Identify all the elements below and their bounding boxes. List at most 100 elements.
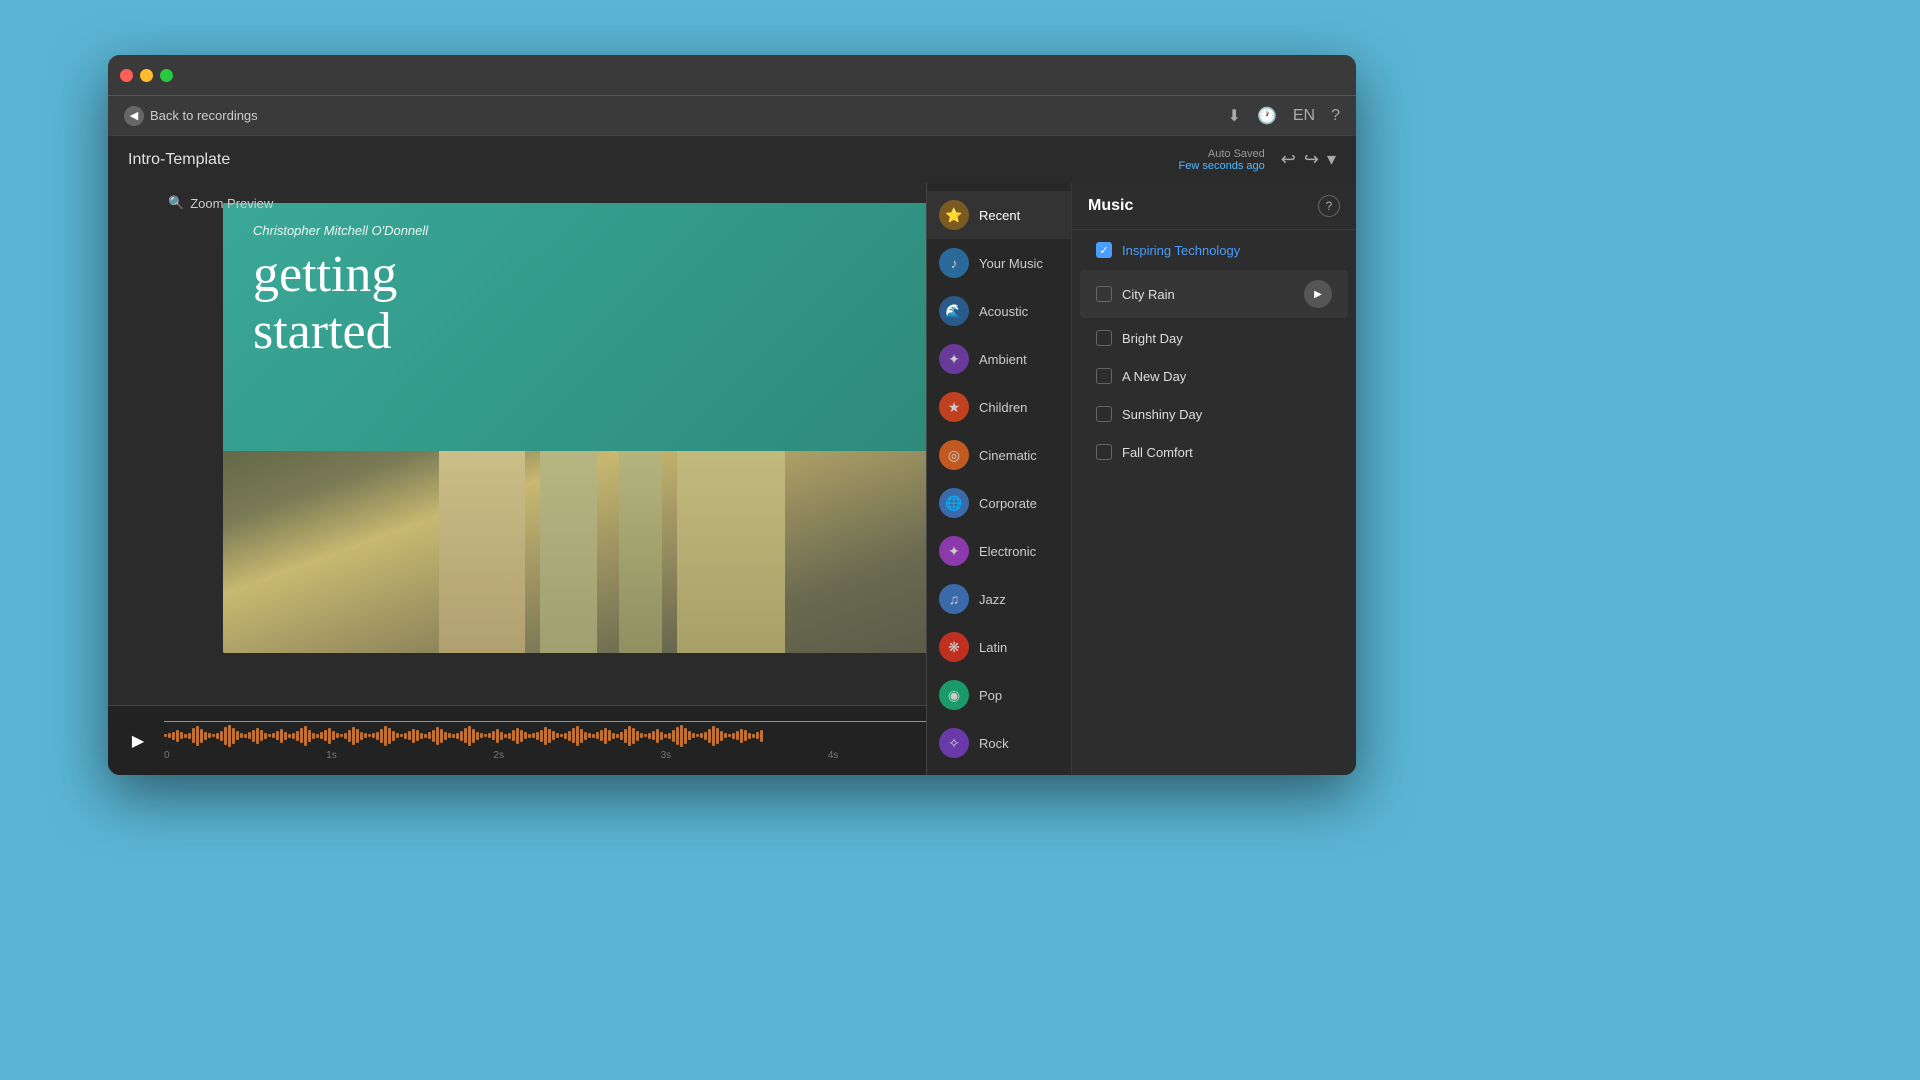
help-button[interactable]: ? xyxy=(1318,195,1340,217)
waveform-bar xyxy=(468,726,471,746)
track-checkbox-inspiring[interactable]: ✓ xyxy=(1096,242,1112,258)
category-item-ambient[interactable]: ✦ Ambient xyxy=(927,335,1071,383)
dropdown-button[interactable]: ▾ xyxy=(1327,149,1336,170)
waveform-bar xyxy=(680,725,683,747)
category-item-pop[interactable]: ◉ Pop xyxy=(927,671,1071,719)
waveform-bar xyxy=(184,734,187,738)
waveform-bar xyxy=(248,732,251,739)
waveform-bar xyxy=(496,729,499,743)
waveform-bar xyxy=(204,732,207,740)
waveform-bar xyxy=(568,731,571,741)
minimize-button[interactable] xyxy=(140,69,153,82)
waveform-bar xyxy=(312,733,315,739)
track-item-fall-comfort[interactable]: Fall Comfort xyxy=(1080,434,1348,470)
category-item-recent[interactable]: ⭐ Recent xyxy=(927,191,1071,239)
rock-icon: ✧ xyxy=(939,728,969,758)
waveform-bar xyxy=(444,732,447,740)
track-item-inspiring-technology[interactable]: ✓ Inspiring Technology xyxy=(1080,232,1348,268)
track-checkbox-fall-comfort[interactable] xyxy=(1096,444,1112,460)
waveform-bar xyxy=(748,733,751,739)
track-item-a-new-day[interactable]: A New Day xyxy=(1080,358,1348,394)
category-item-electronic[interactable]: ✦ Electronic xyxy=(927,527,1071,575)
waveform-bar xyxy=(180,732,183,739)
waveform-bar xyxy=(572,728,575,743)
play-track-city-rain[interactable]: ▶ xyxy=(1304,280,1332,308)
waveform-bar xyxy=(324,730,327,741)
track-panel: Music ? ✓ Inspiring Technology City Rain… xyxy=(1072,183,1356,775)
close-button[interactable] xyxy=(120,69,133,82)
slide-title: getting started xyxy=(253,246,913,360)
track-item-bright-day[interactable]: Bright Day xyxy=(1080,320,1348,356)
track-checkbox-a-new-day[interactable] xyxy=(1096,368,1112,384)
waveform-bar xyxy=(744,730,747,741)
waveform-bar xyxy=(684,728,687,744)
category-item-corporate[interactable]: 🌐 Corporate xyxy=(927,479,1071,527)
track-checkbox-bright-day[interactable] xyxy=(1096,330,1112,346)
waveform-bar xyxy=(220,731,223,741)
waveform-bar xyxy=(196,726,199,746)
play-button[interactable]: ▶ xyxy=(124,727,152,755)
category-item-acoustic[interactable]: 🌊 Acoustic xyxy=(927,287,1071,335)
slide-content: December 2020 Christopher Mitchell O'Don… xyxy=(223,203,943,451)
waveform-bar xyxy=(736,731,739,740)
waveform-bar xyxy=(376,732,379,740)
track-checkbox-city-rain[interactable] xyxy=(1096,286,1112,302)
track-item-city-rain[interactable]: City Rain ▶ xyxy=(1080,270,1348,318)
waveform-bar xyxy=(648,733,651,739)
waveform-bar xyxy=(452,734,455,738)
track-item-sunshiny-day[interactable]: Sunshiny Day xyxy=(1080,396,1348,432)
redo-button[interactable]: ↪ xyxy=(1304,149,1319,170)
waveform-bar xyxy=(256,728,259,744)
waveform-bar xyxy=(504,734,507,738)
zoom-preview-label: Zoom Preview xyxy=(190,196,273,211)
waveform-bar xyxy=(492,731,495,740)
waveform-bar xyxy=(164,734,167,737)
header: Intro-Template Auto Saved Few seconds ag… xyxy=(108,135,1356,183)
waveform-bar xyxy=(476,732,479,740)
waveform-bar xyxy=(176,730,179,742)
category-label-ambient: Ambient xyxy=(979,352,1027,367)
category-item-latin[interactable]: ❋ Latin xyxy=(927,623,1071,671)
undo-button[interactable]: ↩ xyxy=(1281,149,1296,170)
back-button[interactable]: ◀ Back to recordings xyxy=(124,106,258,126)
waveform-bar xyxy=(524,732,527,739)
zoom-preview-button[interactable]: 🔍 Zoom Preview xyxy=(168,195,273,211)
waveform-bar xyxy=(472,729,475,743)
category-label-pop: Pop xyxy=(979,688,1002,703)
waveform-bar xyxy=(400,734,403,737)
track-checkbox-sunshiny-day[interactable] xyxy=(1096,406,1112,422)
waveform-bar xyxy=(656,729,659,743)
download-icon[interactable]: ⬇ xyxy=(1228,106,1241,126)
waveform-bar xyxy=(320,732,323,739)
language-selector[interactable]: EN xyxy=(1293,107,1315,125)
category-item-cinematic[interactable]: ◎ Cinematic xyxy=(927,431,1071,479)
category-item-rock[interactable]: ✧ Rock xyxy=(927,719,1071,767)
waveform-bar xyxy=(632,728,635,744)
waveform-bar xyxy=(480,733,483,738)
history-icon[interactable]: 🕐 xyxy=(1257,106,1277,126)
waveform-bar xyxy=(612,733,615,739)
corporate-icon: 🌐 xyxy=(939,488,969,518)
timestamp-4: 4s xyxy=(828,750,839,761)
ambient-icon: ✦ xyxy=(939,344,969,374)
waveform-bar xyxy=(396,733,399,738)
category-label-acoustic: Acoustic xyxy=(979,304,1028,319)
category-label-electronic: Electronic xyxy=(979,544,1036,559)
waveform-bar xyxy=(700,733,703,738)
waveform-bar xyxy=(692,733,695,738)
maximize-button[interactable] xyxy=(160,69,173,82)
category-item-your-music[interactable]: ♪ Your Music xyxy=(927,239,1071,287)
waveform-bar xyxy=(668,733,671,739)
waveform-bar xyxy=(580,729,583,743)
app-window: ◀ Back to recordings ⬇ 🕐 EN ? Intro-Temp… xyxy=(108,55,1356,775)
waveform-bar xyxy=(720,731,723,741)
waveform-bar xyxy=(620,732,623,740)
help-icon[interactable]: ? xyxy=(1331,107,1340,125)
category-item-jazz[interactable]: ♫ Jazz xyxy=(927,575,1071,623)
category-item-children[interactable]: ★ Children xyxy=(927,383,1071,431)
pop-icon: ◉ xyxy=(939,680,969,710)
waveform-bar xyxy=(516,728,519,744)
waveform-bar xyxy=(760,730,763,742)
waveform-bar xyxy=(412,729,415,743)
waveform-bar xyxy=(328,728,331,744)
